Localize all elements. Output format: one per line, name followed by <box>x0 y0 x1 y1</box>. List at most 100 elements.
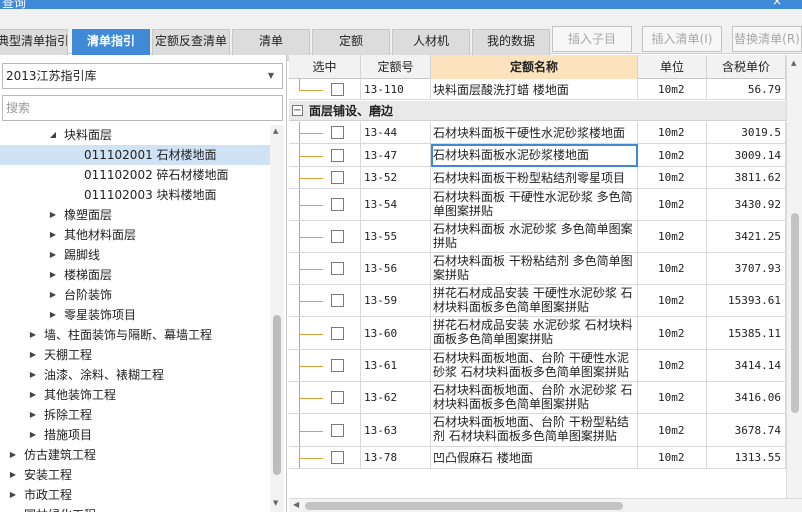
row-checkbox[interactable] <box>331 149 344 162</box>
tree-node[interactable]: 011102003 块料楼地面 <box>0 185 270 205</box>
search-input[interactable] <box>2 95 283 121</box>
quota-name-cell[interactable]: 凹凸假麻石 楼地面 <box>431 447 638 469</box>
close-icon[interactable]: × <box>772 0 782 8</box>
collapsed-arrow-icon[interactable]: ▶ <box>48 285 58 305</box>
collapsed-arrow-icon[interactable]: ▶ <box>28 365 38 385</box>
column-header-select[interactable]: 选中 <box>289 55 361 79</box>
scroll-up-icon[interactable]: ▲ <box>273 127 278 135</box>
collapsed-arrow-icon[interactable]: ▶ <box>8 465 18 485</box>
row-checkbox[interactable] <box>331 359 344 372</box>
quota-name-cell[interactable]: 石材块料面板干粉型粘结剂零星项目 <box>431 167 638 189</box>
table-row[interactable]: 13-54 石材块料面板 干硬性水泥砂浆 多色简单图案拼贴 10m2 3430.92 <box>289 189 786 221</box>
row-checkbox[interactable] <box>331 327 344 340</box>
tree-node[interactable]: ◢ 块料面层 <box>0 125 270 145</box>
collapsed-arrow-icon[interactable]: ▶ <box>28 425 38 445</box>
expanded-arrow-icon[interactable]: ◢ <box>48 125 58 145</box>
library-dropdown[interactable]: 2013江苏指引库 ▼ <box>2 63 283 89</box>
collapsed-arrow-icon[interactable]: ▶ <box>8 505 18 512</box>
row-checkbox[interactable] <box>331 451 344 464</box>
table-row[interactable]: 13-61 石材块料面板地面、台阶 干硬性水泥砂浆 石材块料面板多色简单图案拼贴 1… <box>289 350 786 382</box>
table-row[interactable]: 13-63 石材块料面板地面、台阶 干粉型粘结剂 石材块料面板多色简单图案拼贴 10… <box>289 414 786 447</box>
tree-node[interactable]: ▶ 橡塑面层 <box>0 205 270 225</box>
quota-name-cell[interactable]: 石材块料面板水泥砂浆楼地面 <box>431 144 638 167</box>
collapsed-arrow-icon[interactable]: ▶ <box>8 485 18 505</box>
collapse-icon[interactable]: − <box>292 105 303 116</box>
tree-node[interactable]: ▶ 天棚工程 <box>0 345 270 365</box>
collapsed-arrow-icon[interactable]: ▶ <box>48 305 58 325</box>
table-row[interactable]: 13-44 石材块料面板干硬性水泥砂浆楼地面 10m2 3019.5 <box>289 122 786 144</box>
quota-name-cell[interactable]: 石材块料面板 干硬性水泥砂浆 多色简单图案拼贴 <box>431 189 638 221</box>
collapsed-arrow-icon[interactable]: ▶ <box>28 405 38 425</box>
column-header-quota-name[interactable]: 定额名称 <box>431 55 638 79</box>
tree-node[interactable]: ▶ 其他材料面层 <box>0 225 270 245</box>
collapsed-arrow-icon[interactable]: ▶ <box>8 445 18 465</box>
table-row[interactable]: 13-62 石材块料面板地面、台阶 水泥砂浆 石材块料面板多色简单图案拼贴 10m2… <box>289 382 786 414</box>
collapsed-arrow-icon[interactable]: ▶ <box>48 225 58 245</box>
collapsed-arrow-icon[interactable]: ▶ <box>28 325 38 345</box>
grid-hscroll-thumb[interactable] <box>305 502 623 510</box>
column-header-unit[interactable]: 单位 <box>638 55 707 79</box>
tree-scroll-thumb[interactable] <box>273 315 281 475</box>
quota-name-cell[interactable]: 石材块料面板干硬性水泥砂浆楼地面 <box>431 122 638 144</box>
quota-code-cell: 13-47 <box>361 144 431 167</box>
table-row[interactable]: 13-47 石材块料面板水泥砂浆楼地面 10m2 3009.14 <box>289 144 786 167</box>
group-row[interactable]: − 面层铺设、磨边 <box>289 101 802 121</box>
tree-node[interactable]: ▶ 墙、柱面装饰与隔断、幕墙工程 <box>0 325 270 345</box>
quota-name-cell[interactable]: 石材块料面板地面、台阶 干硬性水泥砂浆 石材块料面板多色简单图案拼贴 <box>431 350 638 382</box>
tree-node[interactable]: ▶ 措施项目 <box>0 425 270 445</box>
grid-horizontal-scrollbar[interactable]: ◀ <box>289 498 802 512</box>
tree-node[interactable]: ▶ 安装工程 <box>0 465 270 485</box>
row-checkbox[interactable] <box>331 171 344 184</box>
row-checkbox[interactable] <box>331 126 344 139</box>
row-checkbox[interactable] <box>331 83 344 96</box>
tree-node[interactable]: ▶ 踢脚线 <box>0 245 270 265</box>
quota-name-cell[interactable]: 石材块料面板地面、台阶 干粉型粘结剂 石材块料面板多色简单图案拼贴 <box>431 414 638 447</box>
tree-node[interactable]: ▶ 园林绿化工程 <box>0 505 270 512</box>
quota-name-cell[interactable]: 石材块料面板 干粉粘结剂 多色简单图案拼贴 <box>431 253 638 285</box>
insert-list-button[interactable]: 插入清单(I) <box>642 26 722 52</box>
tree-node[interactable]: ▶ 油漆、涂料、裱糊工程 <box>0 365 270 385</box>
tree-node[interactable]: 011102001 石材楼地面 <box>0 145 270 165</box>
replace-list-button[interactable]: 替换清单(R) <box>732 26 802 52</box>
grid-scroll-thumb[interactable] <box>791 213 799 413</box>
quota-name-cell[interactable]: 石材块料面板地面、台阶 水泥砂浆 石材块料面板多色简单图案拼贴 <box>431 382 638 414</box>
table-row[interactable]: 13-55 石材块料面板 水泥砂浆 多色简单图案拼贴 10m2 3421.25 <box>289 221 786 253</box>
tree-node[interactable]: ▶ 零星装饰项目 <box>0 305 270 325</box>
table-row[interactable]: 13-52 石材块料面板干粉型粘结剂零星项目 10m2 3811.62 <box>289 167 786 189</box>
collapsed-arrow-icon[interactable]: ▶ <box>28 345 38 365</box>
tree-node[interactable]: ▶ 市政工程 <box>0 485 270 505</box>
quota-name-cell[interactable]: 拼花石材成品安装 干硬性水泥砂浆 石材块料面板多色简单图案拼贴 <box>431 285 638 317</box>
column-header-quota-code[interactable]: 定额号 <box>361 55 431 79</box>
tree-node[interactable]: ▶ 台阶装饰 <box>0 285 270 305</box>
scroll-up-icon[interactable]: ▲ <box>791 59 796 67</box>
table-row[interactable]: 13-60 拼花石材成品安装 水泥砂浆 石材块料面板多色简单图案拼贴 10m2 153… <box>289 317 786 350</box>
collapsed-arrow-icon[interactable]: ▶ <box>48 205 58 225</box>
tree-vertical-scrollbar[interactable]: ▲ ▼ <box>270 125 284 512</box>
collapsed-arrow-icon[interactable]: ▶ <box>28 385 38 405</box>
column-header-price[interactable]: 含税单价 <box>707 55 786 79</box>
insert-child-button[interactable]: 插入子目 <box>552 26 632 52</box>
table-row[interactable]: 13-110 块料面层酸洗打蜡 楼地面 10m2 56.79 <box>289 79 786 100</box>
tree-node[interactable]: 011102002 碎石材楼地面 <box>0 165 270 185</box>
table-row[interactable]: 13-59 拼花石材成品安装 干硬性水泥砂浆 石材块料面板多色简单图案拼贴 10m2… <box>289 285 786 317</box>
tree-node[interactable]: ▶ 拆除工程 <box>0 405 270 425</box>
row-checkbox[interactable] <box>331 294 344 307</box>
table-row[interactable]: 13-78 凹凸假麻石 楼地面 10m2 1313.55 <box>289 447 786 469</box>
row-checkbox[interactable] <box>331 424 344 437</box>
scroll-down-icon[interactable]: ▼ <box>273 499 278 507</box>
tree-node[interactable]: ▶ 仿古建筑工程 <box>0 445 270 465</box>
quota-name-cell[interactable]: 拼花石材成品安装 水泥砂浆 石材块料面板多色简单图案拼贴 <box>431 317 638 350</box>
tree-node[interactable]: ▶ 其他装饰工程 <box>0 385 270 405</box>
row-checkbox[interactable] <box>331 230 344 243</box>
scroll-left-icon[interactable]: ◀ <box>293 500 299 509</box>
quota-name-cell[interactable]: 块料面层酸洗打蜡 楼地面 <box>431 79 638 100</box>
collapsed-arrow-icon[interactable]: ▶ <box>48 245 58 265</box>
quota-name-cell[interactable]: 石材块料面板 水泥砂浆 多色简单图案拼贴 <box>431 221 638 253</box>
row-checkbox[interactable] <box>331 262 344 275</box>
tree-node[interactable]: ▶ 楼梯面层 <box>0 265 270 285</box>
collapsed-arrow-icon[interactable]: ▶ <box>48 265 58 285</box>
table-row[interactable]: 13-56 石材块料面板 干粉粘结剂 多色简单图案拼贴 10m2 3707.93 <box>289 253 786 285</box>
row-checkbox[interactable] <box>331 198 344 211</box>
grid-vertical-scrollbar[interactable]: ▲ <box>786 55 802 498</box>
row-checkbox[interactable] <box>331 391 344 404</box>
